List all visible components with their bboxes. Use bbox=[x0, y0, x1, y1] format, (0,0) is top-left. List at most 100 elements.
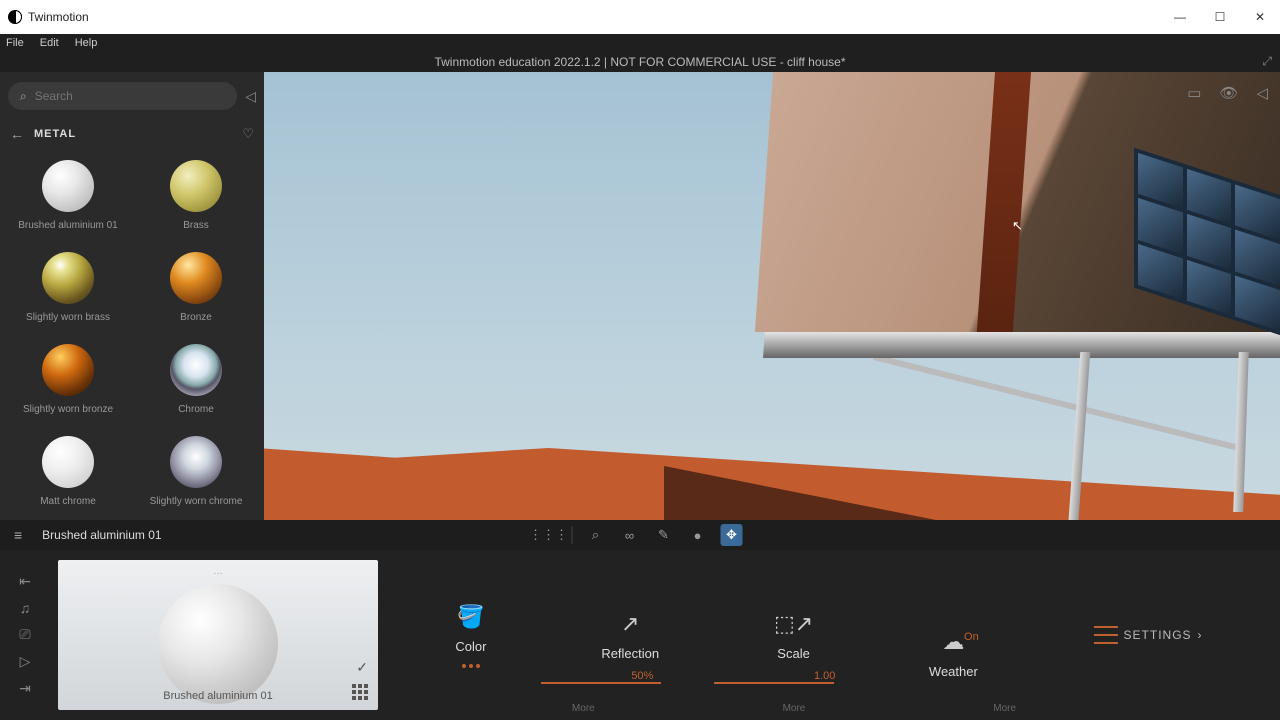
material-item[interactable]: Slightly worn brass bbox=[4, 248, 132, 336]
search-box[interactable]: ⌕ bbox=[8, 82, 237, 110]
grid-tool-icon[interactable]: ⋮⋮⋮ bbox=[538, 524, 560, 546]
material-name: Matt chrome bbox=[40, 496, 96, 507]
search-input[interactable] bbox=[35, 89, 225, 103]
material-item[interactable]: Chrome bbox=[132, 340, 260, 428]
material-item[interactable]: Brass bbox=[132, 156, 260, 244]
viewport-collapse-icon[interactable]: ◁ bbox=[1256, 84, 1268, 102]
weather-property[interactable]: ☁ Weather On bbox=[928, 628, 979, 643]
more-link[interactable]: More bbox=[993, 703, 1016, 714]
search-tool-icon[interactable]: ⌕ bbox=[585, 524, 607, 546]
chevron-right-icon: › bbox=[1198, 628, 1203, 642]
scale-slider[interactable] bbox=[714, 682, 834, 684]
preview-handle-icon[interactable]: … bbox=[213, 566, 223, 577]
color-label: Color bbox=[455, 639, 486, 654]
settings-label: SETTINGS bbox=[1124, 628, 1192, 642]
menu-help[interactable]: Help bbox=[75, 37, 98, 49]
material-sphere-icon bbox=[42, 436, 94, 488]
material-name: Chrome bbox=[178, 404, 214, 415]
scale-label: Scale bbox=[777, 646, 810, 661]
material-grid[interactable]: Brushed aluminium 01 Brass Slightly worn b… bbox=[0, 148, 264, 520]
app-logo-icon bbox=[8, 10, 22, 24]
context-tab-icon[interactable]: ♫ bbox=[20, 600, 31, 616]
preview-sphere bbox=[158, 584, 278, 704]
link-tool-icon[interactable]: ∞ bbox=[619, 524, 641, 546]
material-item[interactable]: Slightly worn bronze bbox=[4, 340, 132, 428]
menu-file[interactable]: File bbox=[6, 37, 24, 49]
scale-icon: ⬚↗ bbox=[774, 610, 813, 638]
app-name: Twinmotion bbox=[28, 10, 89, 24]
viewport-toolbar: ⋮⋮⋮ ⌕ ∞ ✎ ● ✥ bbox=[538, 524, 743, 546]
sliders-icon bbox=[1094, 626, 1118, 644]
maximize-button[interactable]: ☐ bbox=[1200, 0, 1240, 34]
more-link[interactable]: More bbox=[572, 703, 595, 714]
material-sphere-icon bbox=[42, 344, 94, 396]
material-sphere-icon bbox=[170, 252, 222, 304]
more-link[interactable]: More bbox=[783, 703, 806, 714]
breadcrumb-label: METAL bbox=[34, 128, 76, 140]
title-banner: Twinmotion education 2022.1.2 | NOT FOR … bbox=[0, 52, 1280, 72]
material-name: Slightly worn bronze bbox=[23, 404, 113, 415]
material-sphere-icon bbox=[170, 344, 222, 396]
expand-icon[interactable]: ⤢ bbox=[1262, 54, 1272, 69]
material-item[interactable]: Bronze bbox=[132, 248, 260, 336]
media-tab-icon[interactable]: ▷ bbox=[20, 653, 31, 670]
material-sphere-icon bbox=[170, 160, 222, 212]
dock-side-tabs: ⇤ ♫ ⎚ ▷ ⇥ bbox=[0, 550, 50, 720]
close-button[interactable]: ✕ bbox=[1240, 0, 1280, 34]
favorite-icon[interactable]: ♡ bbox=[242, 126, 254, 142]
document-title: Twinmotion education 2022.1.2 | NOT FOR … bbox=[434, 55, 845, 69]
material-sphere-icon bbox=[42, 160, 94, 212]
cloud-icon: ☁ bbox=[942, 628, 964, 656]
settings-tab-icon[interactable]: ⎚ bbox=[19, 626, 30, 643]
dock-menu-icon[interactable]: ≡ bbox=[14, 527, 22, 543]
move-tool-icon[interactable]: ✥ bbox=[721, 524, 743, 546]
dock-panel: ⇤ ♫ ⎚ ▷ ⇥ … Brushed aluminium 01 ✓ 🪣 Col… bbox=[0, 550, 1280, 720]
material-item[interactable]: Slightly worn chrome bbox=[132, 432, 260, 520]
material-name: Bronze bbox=[180, 312, 212, 323]
menu-edit[interactable]: Edit bbox=[40, 37, 59, 49]
search-icon: ⌕ bbox=[20, 89, 27, 104]
import-tab-icon[interactable]: ⇤ bbox=[19, 573, 31, 590]
material-name: Brass bbox=[183, 220, 209, 231]
scale-value: 1.00 bbox=[814, 670, 835, 682]
viewport-visibility-icon[interactable]: 👁 bbox=[1219, 84, 1238, 102]
color-dots-icon bbox=[462, 664, 480, 668]
picker-tool-icon[interactable]: ✎ bbox=[653, 524, 675, 546]
minimize-button[interactable]: — bbox=[1160, 0, 1200, 34]
material-name: Brushed aluminium 01 bbox=[18, 220, 118, 231]
material-item[interactable]: Matt chrome bbox=[4, 432, 132, 520]
export-tab-icon[interactable]: ⇥ bbox=[19, 680, 31, 697]
material-name: Slightly worn brass bbox=[26, 312, 110, 323]
material-preview[interactable]: … Brushed aluminium 01 ✓ bbox=[58, 560, 378, 710]
reflection-icon: ↗ bbox=[621, 610, 639, 638]
material-sphere-icon bbox=[170, 436, 222, 488]
apply-check-icon[interactable]: ✓ bbox=[356, 659, 368, 676]
back-arrow-icon[interactable]: ← bbox=[10, 126, 24, 142]
globe-tool-icon[interactable]: ● bbox=[687, 524, 709, 546]
scale-property[interactable]: ⬚↗ Scale 1.00 bbox=[774, 610, 813, 661]
reflection-label: Reflection bbox=[601, 646, 659, 661]
preview-name: Brushed aluminium 01 bbox=[163, 690, 272, 702]
material-sphere-icon bbox=[42, 252, 94, 304]
settings-button[interactable]: SETTINGS › bbox=[1094, 626, 1203, 644]
library-panel: ⌕ ◁ ← METAL ♡ Brushed aluminium 01 Brass S… bbox=[0, 72, 264, 520]
viewport-fullscreen-icon[interactable]: ▭ bbox=[1187, 84, 1201, 102]
material-properties: 🪣 Color ↗ Reflection 50% ⬚↗ Scale 1.00 ☁… bbox=[378, 550, 1280, 720]
collapse-panel-icon[interactable]: ◁ bbox=[245, 88, 256, 105]
weather-value: On bbox=[964, 631, 979, 643]
viewport[interactable]: ▭ 👁 ◁ ↖ bbox=[264, 72, 1280, 520]
weather-label: Weather bbox=[929, 664, 978, 679]
grid-view-icon[interactable] bbox=[352, 684, 368, 700]
more-row: More More More bbox=[378, 703, 1280, 714]
reflection-slider[interactable] bbox=[541, 682, 661, 684]
material-name: Slightly worn chrome bbox=[150, 496, 243, 507]
color-property[interactable]: 🪣 Color bbox=[455, 603, 486, 668]
window-titlebar: Twinmotion — ☐ ✕ bbox=[0, 0, 1280, 34]
reflection-property[interactable]: ↗ Reflection 50% bbox=[601, 610, 659, 661]
menu-bar: File Edit Help bbox=[0, 34, 1280, 52]
dock-header: ≡ Brushed aluminium 01 ⋮⋮⋮ ⌕ ∞ ✎ ● ✥ bbox=[0, 520, 1280, 550]
material-item[interactable]: Brushed aluminium 01 bbox=[4, 156, 132, 244]
reflection-value: 50% bbox=[631, 670, 653, 682]
breadcrumb: ← METAL ♡ bbox=[0, 120, 264, 148]
paint-bucket-icon: 🪣 bbox=[457, 603, 484, 631]
